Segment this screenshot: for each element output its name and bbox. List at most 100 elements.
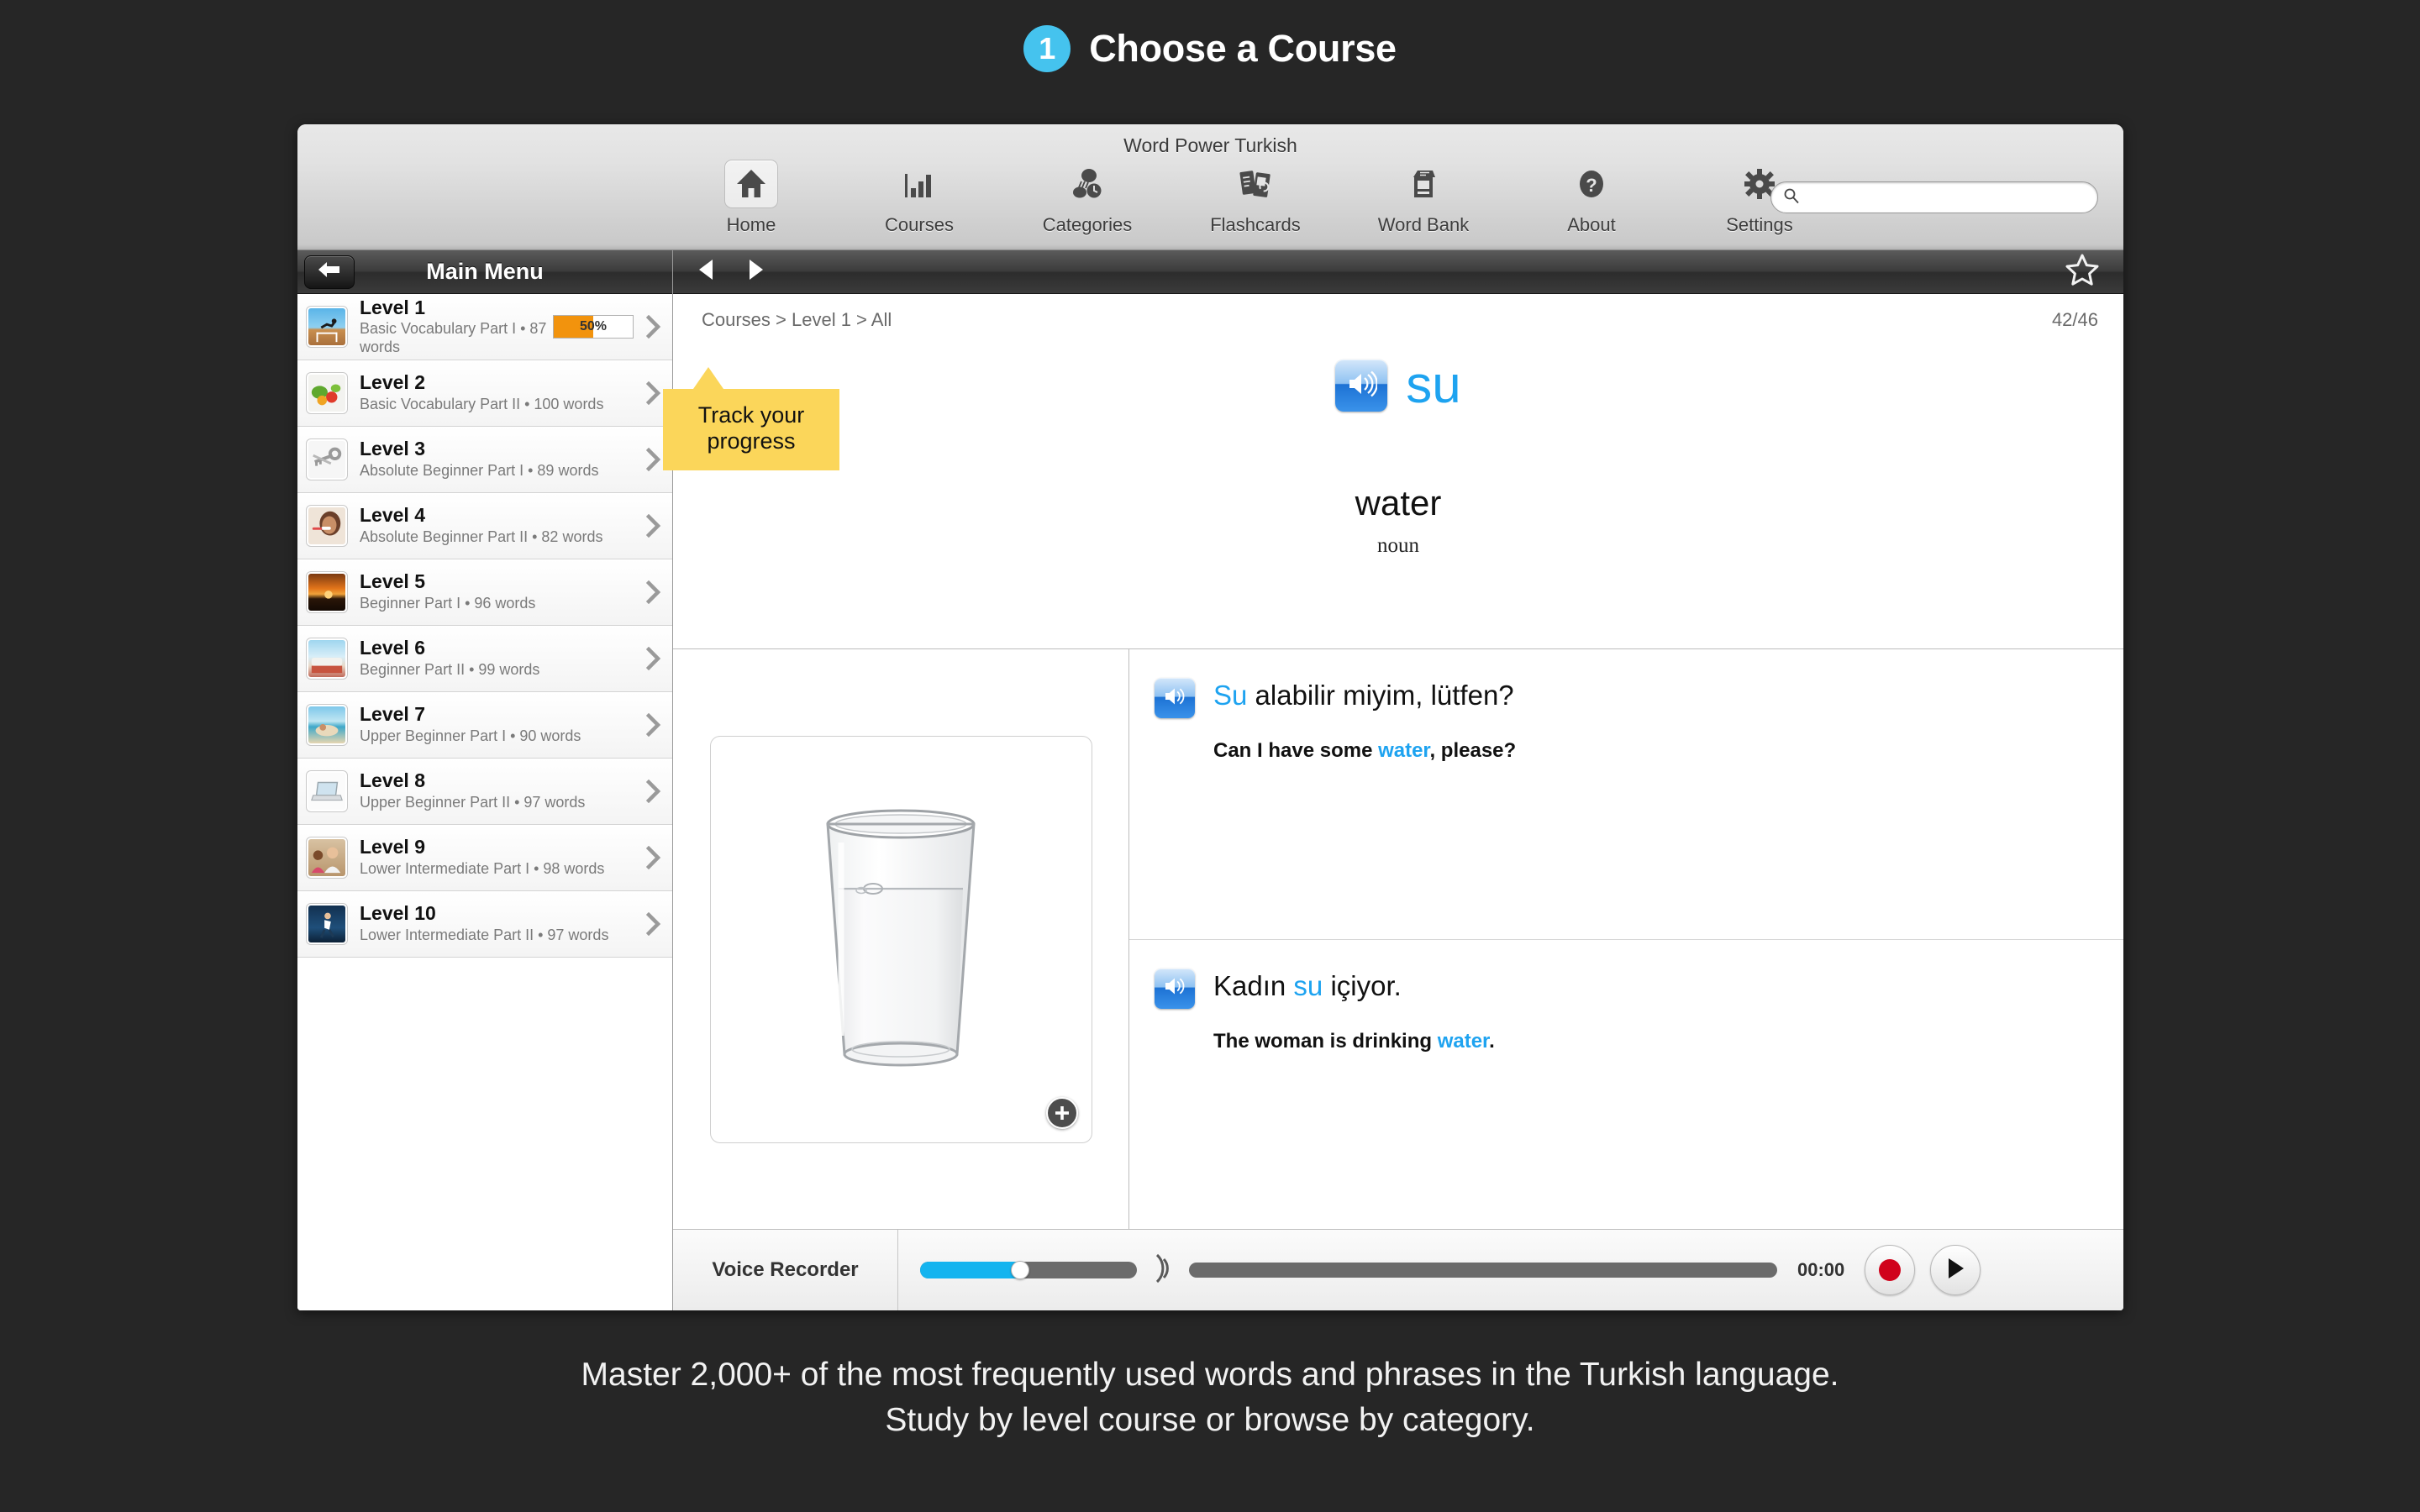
word-headline: su <box>673 360 2123 412</box>
playback-progress-bar[interactable] <box>1189 1263 1777 1278</box>
flashcards-icon <box>1228 160 1282 208</box>
level-title: Level 6 <box>360 637 425 659</box>
bar-chart-icon <box>892 160 946 208</box>
speaker-icon <box>1162 975 1187 1001</box>
word-target: su <box>1406 356 1461 414</box>
tooltip-pointer <box>693 367 723 389</box>
audio-play-button-sentence[interactable] <box>1155 968 1195 1009</box>
level-title: Level 10 <box>360 902 436 925</box>
speaker-icon <box>1162 685 1187 711</box>
sentence-en-highlight: water <box>1378 739 1430 763</box>
list-item-text: Level 7 Upper Beginner Part I • 90 words <box>360 704 645 745</box>
level-list: Level 1 Basic Vocabulary Part I • 87 wor… <box>297 294 672 1310</box>
home-icon <box>724 160 778 208</box>
list-item-text: Level 10 Lower Intermediate Part II • 97… <box>360 903 645 944</box>
list-item[interactable]: Level 7 Upper Beginner Part I • 90 words <box>297 692 672 759</box>
volume-slider-handle[interactable] <box>1011 1261 1029 1279</box>
sentence-target-post: içiyor. <box>1323 969 1402 1001</box>
list-item-text: Level 2 Basic Vocabulary Part II • 100 w… <box>360 372 645 413</box>
volume-slider[interactable] <box>920 1261 1137 1279</box>
sunset-photo <box>306 571 348 613</box>
list-item-text: Level 1 Basic Vocabulary Part I • 87 wor… <box>360 297 553 357</box>
audio-play-button-sentence[interactable] <box>1155 678 1195 718</box>
nav-arrows <box>697 258 765 286</box>
list-item[interactable]: Level 9 Lower Intermediate Part I • 98 w… <box>297 825 672 891</box>
tooltip-track-progress: Track your progress <box>663 367 839 470</box>
teacher-photo <box>306 837 348 879</box>
list-item[interactable]: Level 2 Basic Vocabulary Part II • 100 w… <box>297 360 672 427</box>
toolbar-label: Settings <box>1726 214 1793 235</box>
toolbar-item-word-bank[interactable]: Word Bank <box>1339 160 1507 236</box>
list-item[interactable]: Level 8 Upper Beginner Part II • 97 word… <box>297 759 672 825</box>
toolbar-item-about[interactable]: ? About <box>1507 160 1676 236</box>
list-item[interactable]: Level 5 Beginner Part I • 96 words <box>297 559 672 626</box>
app-body: Main Menu Level 1 Basic Vocabulary Part … <box>297 250 2123 1310</box>
toolbar-label: About <box>1567 214 1616 235</box>
example-sentence: Kadın su içiyor. The woman is drinking w… <box>1129 938 2123 1230</box>
app-window: Word Power Turkish Home Courses Categori… <box>297 124 2123 1310</box>
chevron-right-icon <box>645 912 662 936</box>
search-input[interactable] <box>1807 187 2086 207</box>
audio-play-button-word[interactable] <box>1335 360 1388 412</box>
list-item[interactable]: Level 1 Basic Vocabulary Part I • 87 wor… <box>297 294 672 360</box>
chevron-right-icon <box>645 514 662 538</box>
footer-line-1: Master 2,000+ of the most frequently use… <box>581 1357 1839 1393</box>
level-title: Level 9 <box>360 836 425 858</box>
word-bank-icon <box>1397 160 1450 208</box>
screenshot-root: 1 Choose a Course Word Power Turkish Hom… <box>0 0 2420 1512</box>
level-title: Level 2 <box>360 371 425 394</box>
breadcrumb[interactable]: Courses > Level 1 > All <box>702 309 892 331</box>
list-item-text: Level 3 Absolute Beginner Part I • 89 wo… <box>360 438 645 480</box>
previous-button[interactable] <box>697 258 715 286</box>
word-part-of-speech: noun <box>1377 534 1419 557</box>
toothbrush-photo <box>306 505 348 547</box>
laptop-photo <box>306 770 348 812</box>
categories-icon <box>1060 160 1114 208</box>
zoom-image-button[interactable] <box>1045 1096 1078 1129</box>
favorite-button[interactable] <box>2065 253 2100 291</box>
record-button[interactable] <box>1865 1245 1916 1295</box>
star-icon <box>2065 254 2100 290</box>
level-title: Level 1 <box>360 296 425 318</box>
main-pane: Courses > Level 1 > All 42/46 su water n… <box>673 250 2123 1310</box>
sentence-en-highlight: water <box>1437 1029 1490 1053</box>
list-item[interactable]: Level 6 Beginner Part II • 99 words <box>297 626 672 692</box>
keys-photo <box>306 438 348 480</box>
list-item[interactable]: Level 3 Absolute Beginner Part I • 89 wo… <box>297 427 672 493</box>
back-button[interactable] <box>304 255 355 289</box>
sentence-target-post: alabilir miyim, lütfen? <box>1247 680 1514 711</box>
level-subtitle: Absolute Beginner Part I • 89 words <box>360 462 599 480</box>
sentence-body: Su alabilir miyim, lütfen? Can I have so… <box>1213 678 2090 763</box>
voice-recorder-bar: Voice Recorder 00:00 <box>673 1230 2123 1310</box>
search-box[interactable] <box>1770 181 2098 213</box>
question-mark-icon: ? <box>1565 160 1618 208</box>
sentence-body: Kadın su içiyor. The woman is drinking w… <box>1213 969 2090 1053</box>
play-button[interactable] <box>1930 1245 1981 1295</box>
progress-bar: 50% <box>553 315 634 339</box>
chevron-right-icon <box>645 315 662 339</box>
toolbar-item-flashcards[interactable]: Flashcards <box>1171 160 1339 236</box>
sentence-target-pre: Kadın <box>1213 969 1294 1001</box>
recorder-time: 00:00 <box>1797 1259 1845 1280</box>
chevron-right-icon <box>645 580 662 604</box>
sentence-translation: Can I have some water, please? <box>1213 739 2090 763</box>
progress-label: 50% <box>579 319 608 333</box>
window-title: Word Power Turkish <box>1123 134 1297 156</box>
next-button[interactable] <box>747 258 765 286</box>
list-item-text: Level 8 Upper Beginner Part II • 97 word… <box>360 770 645 811</box>
hammock-beach-photo <box>306 704 348 746</box>
level-subtitle: Lower Intermediate Part I • 98 words <box>360 860 605 878</box>
toolbar-item-home[interactable]: Home <box>667 160 835 236</box>
chevron-right-icon <box>645 846 662 869</box>
list-item[interactable]: Level 10 Lower Intermediate Part II • 97… <box>297 891 672 958</box>
level-title: Level 4 <box>360 504 425 527</box>
step-number-badge: 1 <box>1023 25 1071 72</box>
voice-recorder-label: Voice Recorder <box>673 1230 898 1310</box>
search-icon <box>1783 187 1800 208</box>
word-image-card[interactable] <box>709 735 1092 1143</box>
chevron-right-icon <box>645 713 662 737</box>
toolbar-item-categories[interactable]: Categories <box>1003 160 1171 236</box>
toolbar-item-courses[interactable]: Courses <box>835 160 1003 236</box>
word-display-pane: Courses > Level 1 > All 42/46 su water n… <box>673 294 2123 649</box>
list-item[interactable]: Level 4 Absolute Beginner Part II • 82 w… <box>297 493 672 559</box>
